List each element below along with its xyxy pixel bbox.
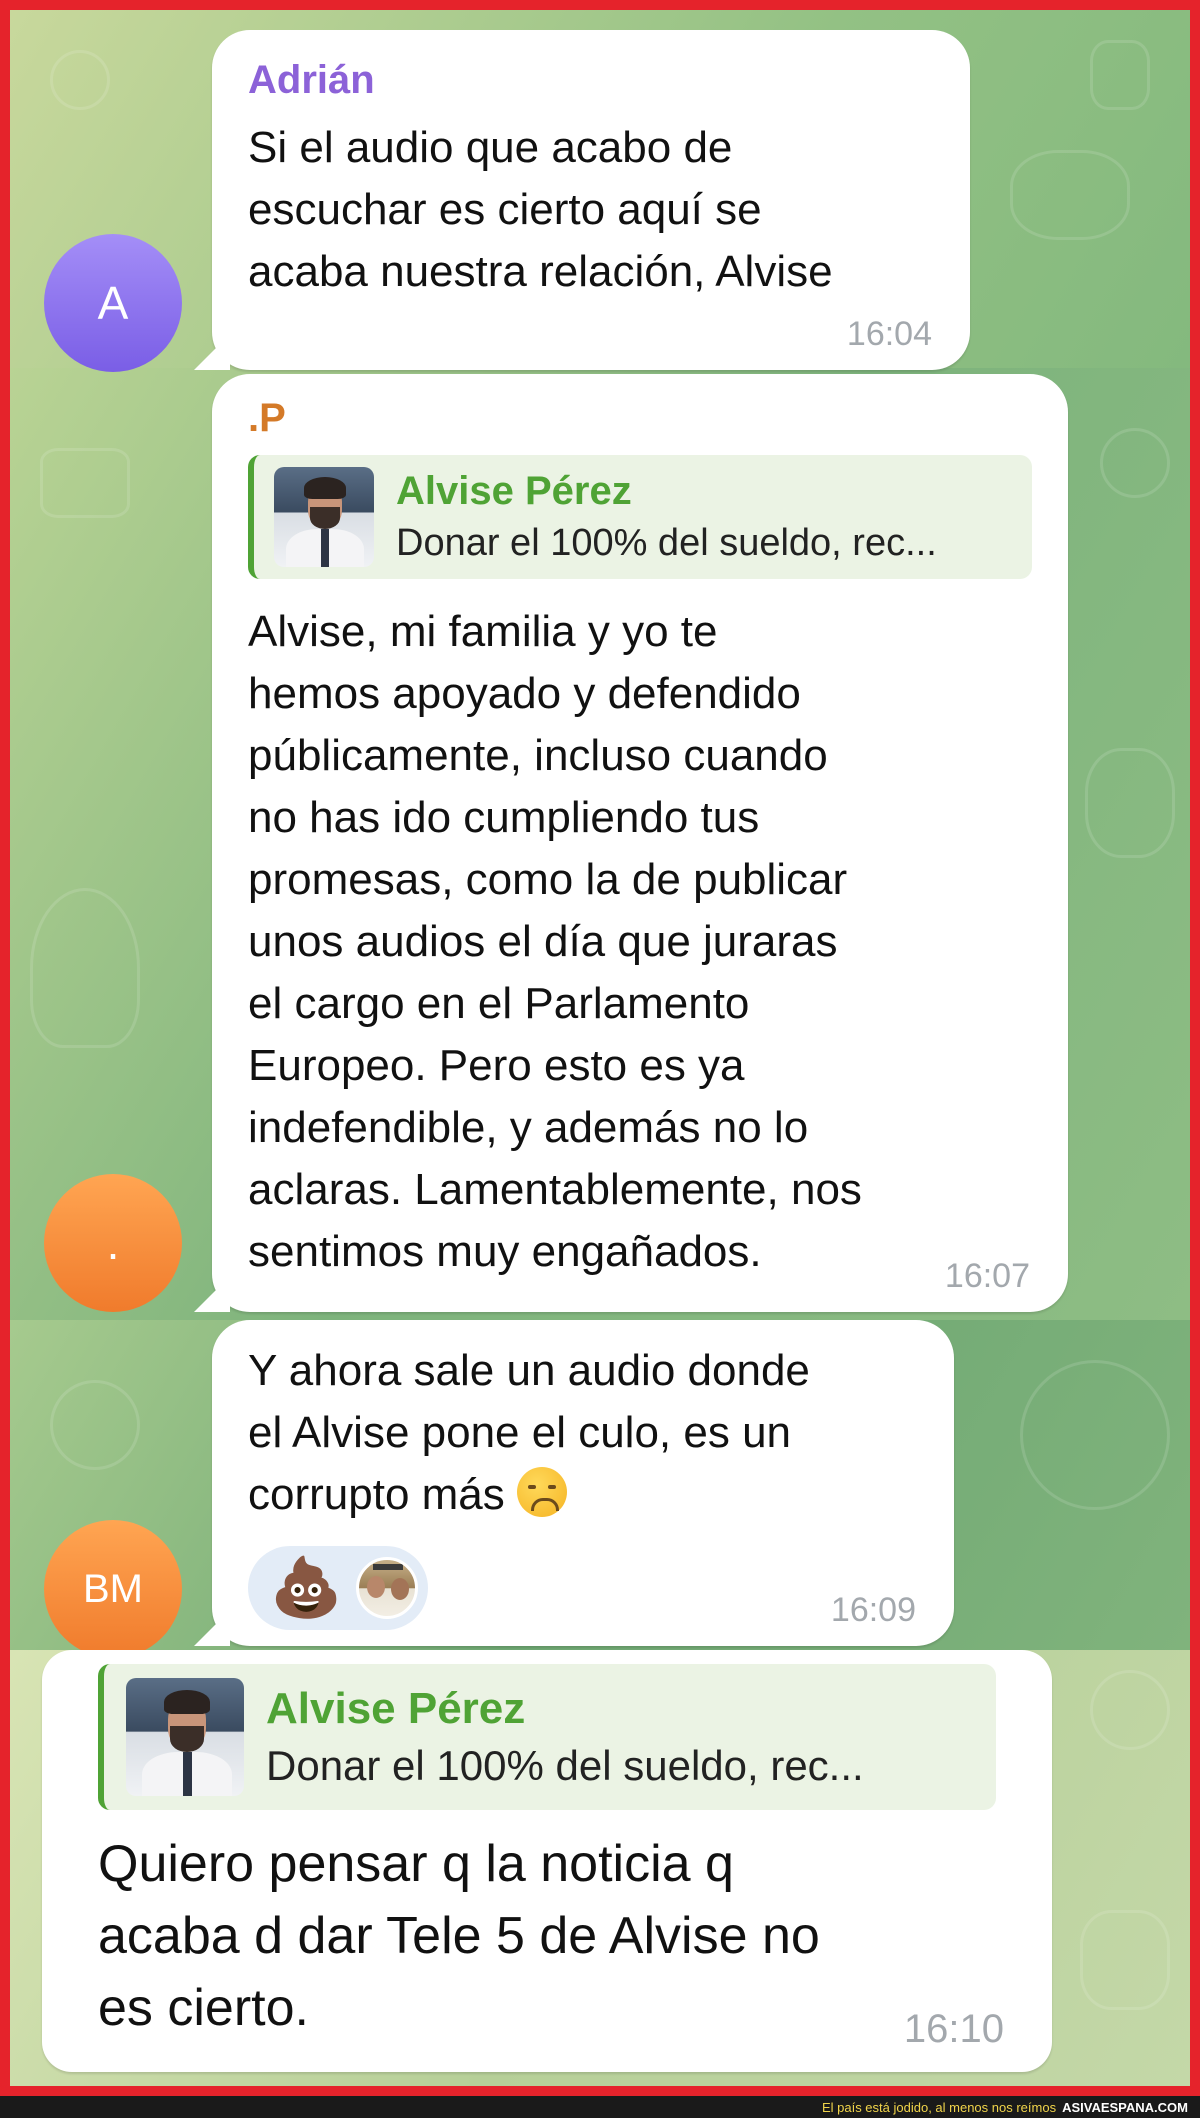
reply-content: Alvise Pérez Donar el 100% del sueldo, r… xyxy=(266,1684,864,1790)
thumbnail-figure xyxy=(321,529,329,567)
background-doodle xyxy=(1085,748,1175,858)
message-bubble[interactable]: Adrián Si el audio que acabo de escuchar… xyxy=(194,30,970,370)
footer-tagline: El país está jodido, al menos nos reímos xyxy=(821,2099,1057,2115)
message-text: Alvise, mi familia y yo te hemos apoyado… xyxy=(248,607,862,1276)
message-bubble[interactable]: Alvise Pérez Donar el 100% del sueldo, r… xyxy=(42,1650,1052,2072)
avatar-detail xyxy=(391,1578,410,1600)
avatar-detail xyxy=(373,1564,404,1570)
footer-site[interactable]: ASIVAESPANA.COM xyxy=(1062,2100,1188,2115)
message-bubble[interactable]: Y ahora sale un audio donde el Alvise po… xyxy=(194,1320,954,1646)
reply-thumbnail xyxy=(126,1678,244,1796)
thumbnail-figure xyxy=(170,1726,204,1752)
avatar[interactable]: . xyxy=(44,1174,182,1312)
reaction-chip[interactable]: 💩 xyxy=(248,1546,428,1630)
background-doodle xyxy=(1080,1910,1170,2010)
reply-author: Alvise Pérez xyxy=(266,1684,526,1733)
background-doodle xyxy=(1020,1360,1170,1510)
background-doodle xyxy=(1090,1670,1170,1750)
avatar[interactable]: BM xyxy=(44,1520,182,1658)
reply-thumbnail xyxy=(274,467,374,567)
message-time: 16:09 xyxy=(830,1591,916,1629)
reaction-emoji: 💩 xyxy=(270,1555,343,1620)
chat-screenshot-frame: A Adrián Si el audio que acabo de escuch… xyxy=(0,0,1200,2096)
message-time: 16:07 xyxy=(944,1257,1030,1295)
thumbnail-figure xyxy=(304,477,346,499)
message-text: Si el audio que acabo de escuchar es cie… xyxy=(248,123,833,296)
reply-quote[interactable]: Alvise Pérez Donar el 100% del sueldo, r… xyxy=(98,1664,996,1810)
background-doodle xyxy=(1100,428,1170,498)
message-time: 16:04 xyxy=(846,315,932,353)
sender-name[interactable]: .P xyxy=(248,396,1032,441)
avatar[interactable]: A xyxy=(44,234,182,372)
watermark-footer: El país está jodido, al menos nos reímos… xyxy=(0,2096,1200,2118)
message-bubble[interactable]: .P Alvise Pérez Donar el 100% del sueldo… xyxy=(194,374,1068,1312)
thumbnail-figure xyxy=(183,1752,192,1796)
thumbnail-figure xyxy=(310,507,340,529)
reply-quote[interactable]: Alvise Pérez Donar el 100% del sueldo, r… xyxy=(248,455,1032,579)
thumbnail-figure xyxy=(164,1690,210,1714)
reactor-avatar xyxy=(356,1557,419,1619)
message-time: 16:10 xyxy=(903,2007,1004,2051)
background-doodle xyxy=(40,448,130,518)
background-doodle xyxy=(50,1380,140,1470)
reply-content: Alvise Pérez Donar el 100% del sueldo, r… xyxy=(396,469,937,565)
sender-name[interactable]: Adrián xyxy=(248,58,934,103)
background-doodle xyxy=(30,888,140,1048)
message-text-wrap: Y ahora sale un audio donde el Alvise po… xyxy=(248,1340,918,1526)
background-doodle xyxy=(50,50,110,110)
reply-author: Alvise Pérez xyxy=(396,469,632,513)
reply-snippet: Donar el 100% del sueldo, rec... xyxy=(266,1742,864,1789)
background-doodle xyxy=(1010,150,1130,240)
message-text: Quiero pensar q la noticia q acaba d dar… xyxy=(98,1835,820,2037)
reply-snippet: Donar el 100% del sueldo, rec... xyxy=(396,522,937,564)
disappointed-face-icon xyxy=(517,1467,567,1517)
avatar-detail xyxy=(367,1576,386,1598)
background-doodle xyxy=(1090,40,1150,110)
